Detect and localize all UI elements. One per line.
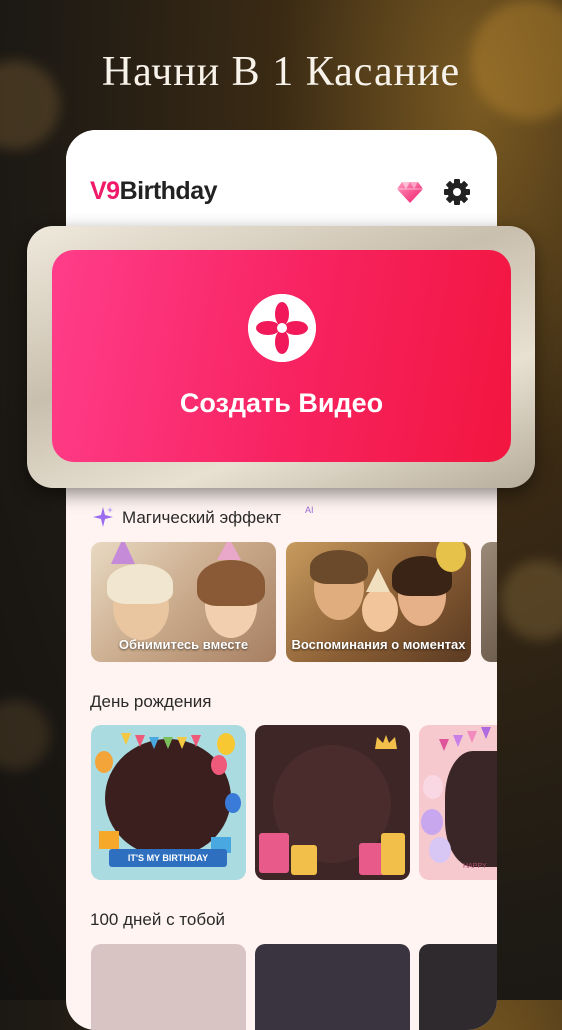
balloon [95,751,113,773]
create-video-label: Создать Видео [179,388,384,418]
person-photo [197,560,265,606]
balloon [217,733,235,755]
party-hat [217,542,241,560]
person-photo [310,550,368,584]
person-photo [107,564,173,604]
create-video-icon [248,294,316,362]
background-bokeh [500,560,562,640]
create-video-button[interactable]: Создать Видео [52,250,511,462]
magic-effect-title: Магический эффект [122,508,281,527]
party-hat [366,568,390,592]
app-logo: V9Birthday [90,177,218,205]
birthday-frame-card[interactable]: HAPPY [419,725,497,880]
gift-box [291,845,317,875]
frame-corner-text: HAPPY [463,863,487,870]
gear-icon[interactable] [443,178,471,206]
balloon [423,775,443,799]
hundred-days-card[interactable] [91,944,246,1030]
gift-box [259,833,289,873]
sparkle-icon [93,507,113,527]
birthday-frame-card[interactable]: IT'S MY BIRTHDAY [91,725,246,880]
diamond-icon[interactable] [396,180,424,204]
magic-card-partial[interactable] [481,542,497,662]
hundred-days-card[interactable] [419,944,497,1030]
gift-box [381,833,405,875]
balloon [211,755,227,775]
birthday-section-title: День рождения [90,692,212,711]
gift-box [99,831,119,849]
party-hat [111,542,135,564]
magic-card-label: Обнимитесь вместе [118,637,249,652]
balloon [225,793,241,813]
magic-card-memories[interactable]: Воспоминания о моментах [286,542,471,662]
magic-card-hug[interactable]: Обнимитесь вместе [91,542,276,662]
balloon [429,837,451,863]
person-photo [362,588,398,632]
hundred-days-card[interactable] [255,944,410,1030]
app-header: V9Birthday [66,130,497,226]
balloon [421,809,443,835]
frame-banner-text: IT'S MY BIRTHDAY [127,853,209,863]
frame-banner: IT'S MY BIRTHDAY [109,849,227,867]
ai-badge: AI [305,505,314,515]
background-bokeh [0,700,50,770]
birthday-frame-card[interactable] [255,725,410,880]
magic-card-label: Воспоминания о моментах [291,637,466,652]
crown-icon [375,735,397,749]
hundred-days-title: 100 дней с тобой [90,910,226,929]
promo-headline: Начни В 1 Касание [101,49,461,95]
balloon [436,542,466,572]
photo-placeholder [445,751,497,867]
